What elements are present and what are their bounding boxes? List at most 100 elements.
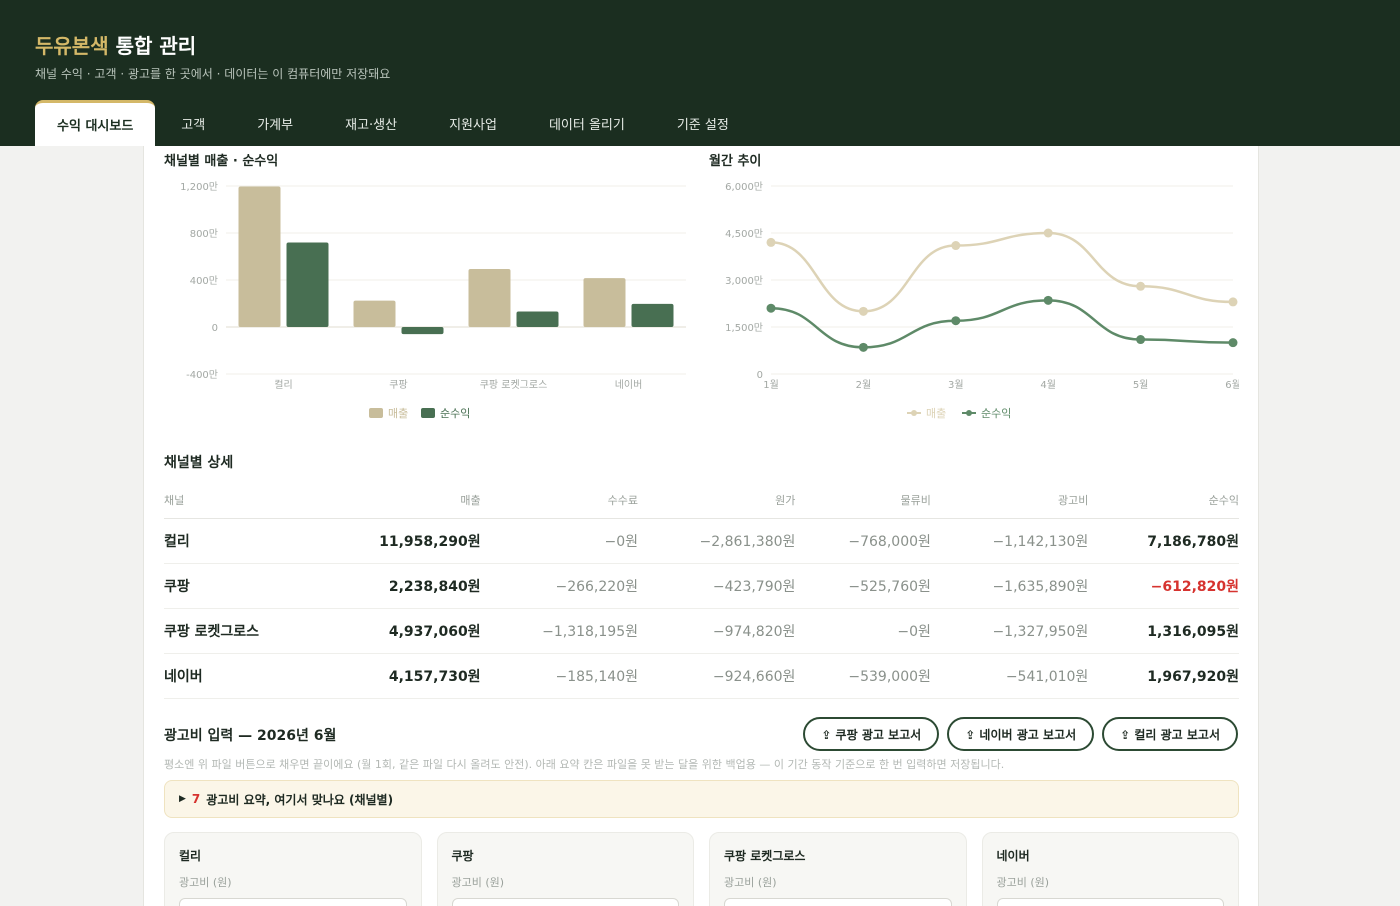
x-tick-label: 4월	[1040, 379, 1056, 391]
cell-channel: 네이버	[164, 653, 314, 699]
y-tick-label: 800만	[190, 228, 218, 240]
series-line-revenue	[770, 231, 1234, 313]
ad-input-hint: 평소엔 위 파일 버튼으로 채우면 끝이에요 (월 1회, 같은 파일 다시 올…	[164, 758, 1005, 771]
ad-cost-input[interactable]	[996, 898, 1224, 906]
card-label: 광고비 (원)	[724, 876, 777, 889]
legend-swatch	[369, 408, 383, 418]
cell-net: 1,316,095원	[1088, 608, 1239, 654]
series-line-net-profit	[770, 299, 1234, 349]
y-tick-label: 4,500만	[725, 228, 763, 240]
card-channel-name: 쿠팡	[451, 849, 474, 863]
coupang-ad-report-button[interactable]: ⇪ 쿠팡 광고 보고서	[803, 717, 940, 751]
y-tick-label: 1,200만	[180, 181, 218, 193]
legend-label: 순수익	[981, 407, 1011, 420]
tab-ledger[interactable]: 가계부	[231, 100, 319, 146]
cell-cost: −974,820원	[638, 608, 796, 654]
y-tick-label: 3,000만	[725, 275, 763, 287]
report-upload-buttons: ⇪ 쿠팡 광고 보고서 ⇪ 네이버 광고 보고서 ⇪ 컬리 광고 보고서	[803, 717, 1238, 751]
table-row: 쿠팡 로켓그로스 4,937,060원 −1,318,195원 −974,820…	[164, 608, 1239, 654]
bar-revenue	[238, 186, 281, 327]
cell-fee: −185,140원	[480, 653, 638, 699]
kurly-ad-report-button[interactable]: ⇪ 컬리 광고 보고서	[1102, 717, 1238, 751]
legend-swatch	[421, 408, 435, 418]
card-label: 광고비 (원)	[996, 876, 1050, 889]
cell-logistics: −0원	[795, 608, 931, 654]
ad-input-cards: 컬리 광고비 (원) 쿠팡 광고비 (원) 쿠팡 로켓그로스 광고비 (원) 네…	[164, 832, 1239, 906]
cell-revenue: 4,157,730원	[314, 653, 481, 699]
cell-cost: −2,861,380원	[638, 518, 796, 564]
tab-customers[interactable]: 고객	[155, 100, 231, 146]
notice-count: 7	[191, 792, 201, 806]
table-row: 컬리 11,958,290원 −0원 −2,861,380원 −768,000원…	[164, 518, 1239, 564]
app-header: 두유본색 통합 관리 채널 수익 · 고객 · 광고를 한 곳에서 · 데이터는…	[0, 0, 1400, 146]
disclosure-triangle-icon: ▶	[179, 794, 186, 804]
data-point	[951, 241, 961, 251]
cell-net: 7,186,780원	[1088, 518, 1239, 564]
cell-channel: 쿠팡 로켓그로스	[164, 608, 314, 654]
data-point	[1043, 295, 1053, 305]
ad-input-title: 광고비 입력 — 2026년 6월	[164, 728, 337, 744]
ad-input-card: 컬리 광고비 (원)	[164, 832, 422, 906]
bar-net-profit	[286, 242, 329, 327]
data-point	[1228, 338, 1238, 348]
naver-ad-report-button[interactable]: ⇪ 네이버 광고 보고서	[947, 717, 1095, 751]
bar-revenue	[583, 278, 626, 327]
app-title: 두유본색 통합 관리	[35, 30, 196, 59]
tab-revenue-dashboard[interactable]: 수익 대시보드	[35, 100, 156, 146]
y-tick-label: 0	[212, 323, 218, 334]
col-channel: 채널	[164, 482, 314, 519]
table-row: 쿠팡 2,238,840원 −266,220원 −423,790원 −525,7…	[164, 563, 1239, 609]
col-logistics: 물류비	[795, 482, 931, 519]
x-tick-label: 3월	[948, 379, 964, 391]
cell-logistics: −539,000원	[795, 653, 931, 699]
main-tabs: 수익 대시보드 고객 가계부 재고·생산 지원사업 데이터 올리기 기준 설정	[35, 100, 755, 146]
cell-channel: 쿠팡	[164, 563, 314, 609]
x-tick-label: 쿠팡	[389, 379, 407, 391]
cell-ads: −1,635,890원	[930, 563, 1089, 609]
y-tick-label: -400만	[186, 369, 218, 381]
channel-chart-title: 채널별 매출 · 순수익	[164, 154, 279, 169]
cell-net: −612,820원	[1088, 563, 1239, 609]
app-subtitle: 채널 수익 · 고객 · 광고를 한 곳에서 · 데이터는 이 컴퓨터에만 저장…	[35, 67, 391, 81]
x-tick-label: 쿠팡 로켓그로스	[480, 379, 548, 391]
data-point	[1228, 297, 1238, 307]
tab-data-upload[interactable]: 데이터 올리기	[523, 100, 651, 146]
cell-ads: −541,010원	[930, 653, 1089, 699]
ad-cost-input[interactable]	[179, 898, 407, 906]
bar-revenue	[468, 268, 511, 327]
ad-cost-input[interactable]	[451, 898, 679, 906]
card-label: 광고비 (원)	[451, 876, 505, 889]
cell-net: 1,967,920원	[1088, 653, 1239, 699]
x-tick-label: 6월	[1225, 379, 1239, 391]
cell-fee: −0원	[480, 518, 638, 564]
card-label: 광고비 (원)	[179, 876, 232, 889]
data-point	[951, 316, 961, 326]
data-point	[1043, 228, 1053, 238]
tab-settings[interactable]: 기준 설정	[651, 100, 755, 146]
legend-marker	[911, 410, 917, 416]
col-ads: 광고비	[930, 482, 1089, 519]
data-point	[766, 303, 776, 313]
tab-inventory[interactable]: 재고·생산	[319, 100, 423, 146]
ad-cost-input[interactable]	[724, 898, 952, 906]
monthly-line-chart: 0 1,500만 3,000만 4,500만 6,000만 1월 2월 3월 4월 5월 6월매출 순…	[725, 181, 1239, 420]
cell-ads: −1,327,950원	[930, 608, 1089, 654]
ad-summary-disclosure[interactable]: ▶ 7 광고비 요약, 여기서 맞나요 (채널별)	[164, 780, 1239, 818]
legend-label: 매출	[388, 407, 408, 420]
tab-grants[interactable]: 지원사업	[423, 100, 523, 146]
cell-revenue: 4,937,060원	[314, 608, 481, 654]
y-tick-label: 400만	[190, 275, 218, 287]
data-point	[858, 306, 868, 316]
dashboard-card: 채널별 매출 · 순수익 -400만 0 400만 800만 1,200만 컬리 쿠팡 쿠팡 …	[143, 146, 1259, 906]
brand-highlight: 두유본색	[35, 34, 109, 58]
data-point	[1136, 335, 1146, 345]
card-channel-name: 네이버	[996, 849, 1030, 863]
cell-fee: −1,318,195원	[480, 608, 638, 654]
channel-detail-title: 채널별 상세	[164, 455, 234, 471]
x-tick-label: 2월	[856, 379, 872, 391]
x-tick-label: 5월	[1133, 379, 1149, 391]
ad-input-card: 쿠팡 로켓그로스 광고비 (원)	[709, 832, 967, 906]
col-cost: 원가	[638, 482, 796, 519]
x-tick-label: 컬리	[274, 378, 292, 391]
card-channel-name: 쿠팡 로켓그로스	[724, 849, 806, 863]
